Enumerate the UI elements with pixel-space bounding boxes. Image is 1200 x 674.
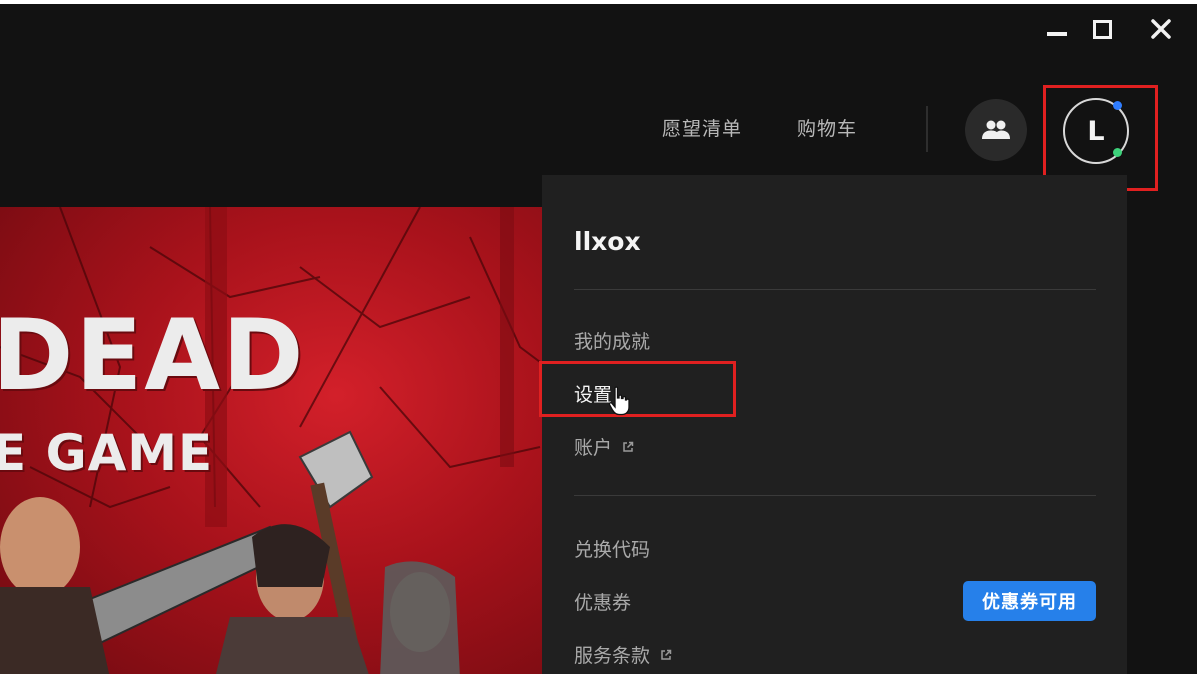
- friends-button[interactable]: [965, 99, 1027, 161]
- banner-title: DEAD: [0, 299, 306, 413]
- external-link-icon: [623, 441, 634, 452]
- external-link-icon: [661, 649, 672, 660]
- wishlist-link[interactable]: 愿望清单: [662, 114, 742, 141]
- coupon-available-badge[interactable]: 优惠券可用: [963, 581, 1096, 621]
- settings-highlight-box: [539, 361, 736, 417]
- minimize-icon: [1047, 32, 1067, 36]
- cart-link[interactable]: 购物车: [797, 114, 857, 141]
- menu-item-achievements[interactable]: 我的成就: [574, 327, 650, 354]
- menu-item-terms[interactable]: 服务条款: [574, 641, 672, 668]
- close-icon: [1151, 19, 1171, 39]
- menu-divider: [574, 495, 1096, 496]
- menu-item-label: 服务条款: [574, 645, 651, 667]
- menu-item-label: 我的成就: [574, 331, 651, 353]
- menu-username: llxox: [574, 227, 641, 256]
- minimize-button[interactable]: [1040, 14, 1074, 44]
- friends-icon: [982, 120, 1010, 139]
- close-button[interactable]: [1144, 14, 1178, 44]
- maximize-button[interactable]: [1085, 14, 1119, 44]
- menu-item-account[interactable]: 账户: [574, 433, 634, 460]
- game-banner[interactable]: DEAD E GAME: [0, 207, 560, 674]
- menu-item-label: 兑换代码: [574, 539, 651, 561]
- menu-divider: [574, 289, 1096, 290]
- menu-item-coupons[interactable]: 优惠券: [574, 588, 631, 615]
- hand-cursor-icon: [608, 386, 630, 416]
- maximize-icon: [1092, 19, 1112, 39]
- nav-divider: [926, 106, 928, 152]
- banner-subtitle: E GAME: [0, 424, 214, 482]
- menu-item-label: 优惠券: [574, 592, 632, 614]
- menu-item-redeem-code[interactable]: 兑换代码: [574, 535, 650, 562]
- profile-dropdown-menu: llxox 我的成就 设置 账户 兑换代码 优惠券 优惠券可用 服务条款: [539, 175, 1127, 674]
- menu-item-label: 账户: [574, 437, 613, 459]
- launcher-window: 愿望清单 购物车 L DEAD E GAME llxox 我的成就 设置 账户 …: [0, 4, 1197, 674]
